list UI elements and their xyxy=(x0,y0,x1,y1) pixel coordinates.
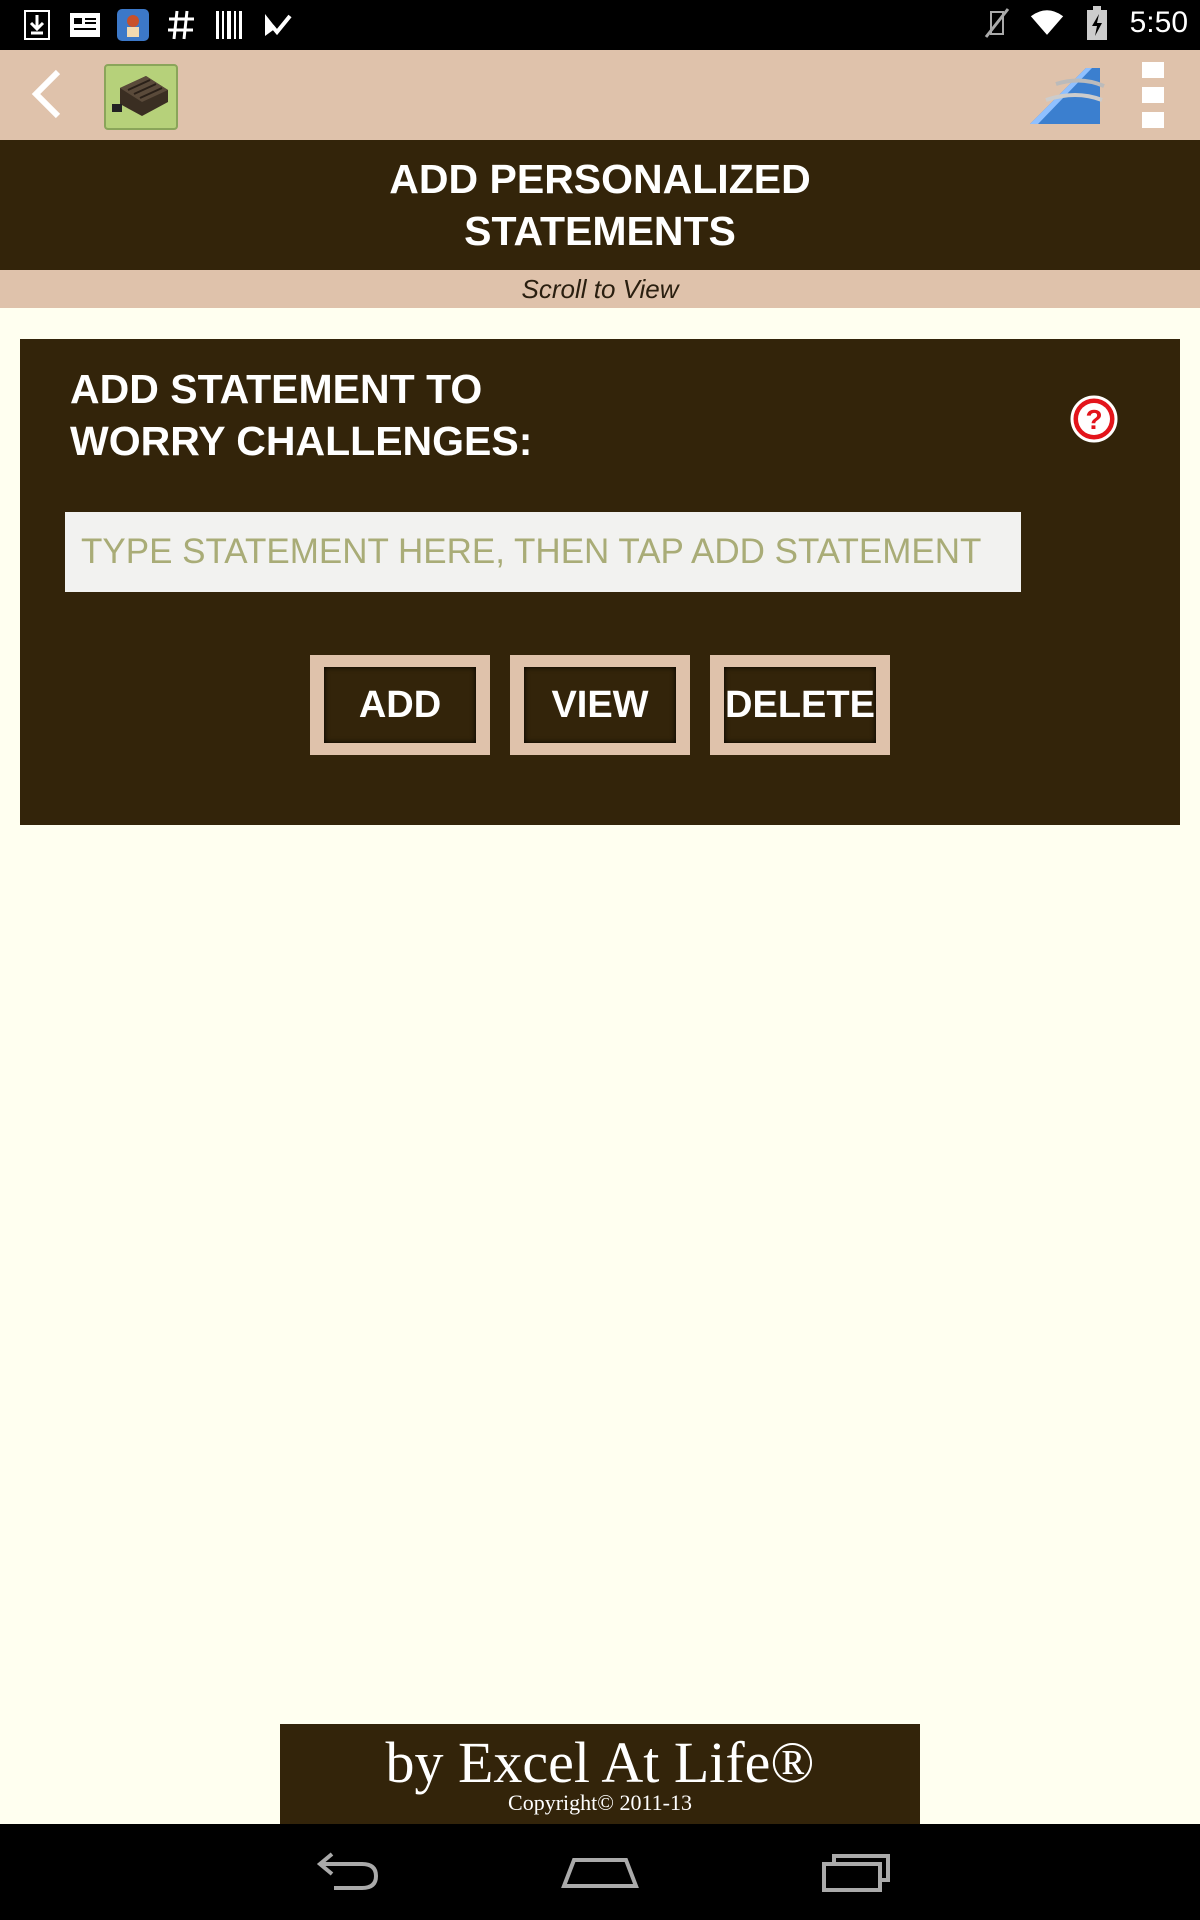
vibrate-mute-icon xyxy=(980,6,1014,40)
status-bar: 5:50 xyxy=(0,0,1200,50)
brand-copyright: Copyright© 2011-13 xyxy=(508,1790,692,1815)
delete-button[interactable]: DELETE xyxy=(710,655,890,755)
nav-bar xyxy=(0,1824,1200,1920)
add-button-label: ADD xyxy=(324,667,476,743)
checkmark-icon xyxy=(260,8,294,42)
news-icon xyxy=(68,8,102,42)
action-bar xyxy=(0,50,1200,140)
hashtag-icon xyxy=(164,8,198,42)
barcode-icon xyxy=(212,8,246,42)
wifi-icon xyxy=(1030,6,1064,40)
download-icon xyxy=(20,8,54,42)
notification-icons xyxy=(20,8,294,42)
page-title: ADD PERSONALIZED STATEMENTS xyxy=(389,156,811,254)
help-icon[interactable]: ? xyxy=(1070,395,1118,443)
view-button-label: VIEW xyxy=(524,667,676,743)
app-notification-icon xyxy=(116,8,150,42)
button-row: ADD VIEW DELETE xyxy=(310,655,890,755)
chevron-left-icon[interactable] xyxy=(20,64,80,124)
overflow-menu-icon[interactable] xyxy=(1140,60,1166,130)
home-icon[interactable] xyxy=(560,1842,640,1902)
system-icons: 5:50 xyxy=(980,6,1188,40)
recents-icon[interactable] xyxy=(816,1842,896,1902)
clock: 5:50 xyxy=(1129,6,1188,39)
battery-icon xyxy=(1080,6,1114,40)
title-banner: ADD PERSONALIZED STATEMENTS xyxy=(0,140,1200,270)
brand-banner[interactable]: by Excel At Life® Copyright© 2011-13 xyxy=(280,1724,920,1824)
view-button[interactable]: VIEW xyxy=(510,655,690,755)
share-icon[interactable] xyxy=(1026,60,1106,132)
app-logo-icon[interactable] xyxy=(104,64,178,130)
panel-heading: ADD STATEMENT TO WORRY CHALLENGES: xyxy=(70,366,533,464)
brand-name: by Excel At Life® xyxy=(385,1730,815,1795)
svg-text:?: ? xyxy=(1085,404,1102,435)
statement-input[interactable] xyxy=(65,512,1021,592)
delete-button-label: DELETE xyxy=(724,667,876,743)
scroll-hint: Scroll to View xyxy=(0,270,1200,308)
back-icon[interactable] xyxy=(304,1842,384,1902)
add-button[interactable]: ADD xyxy=(310,655,490,755)
add-statement-panel: ADD STATEMENT TO WORRY CHALLENGES: ? ADD… xyxy=(20,339,1180,825)
